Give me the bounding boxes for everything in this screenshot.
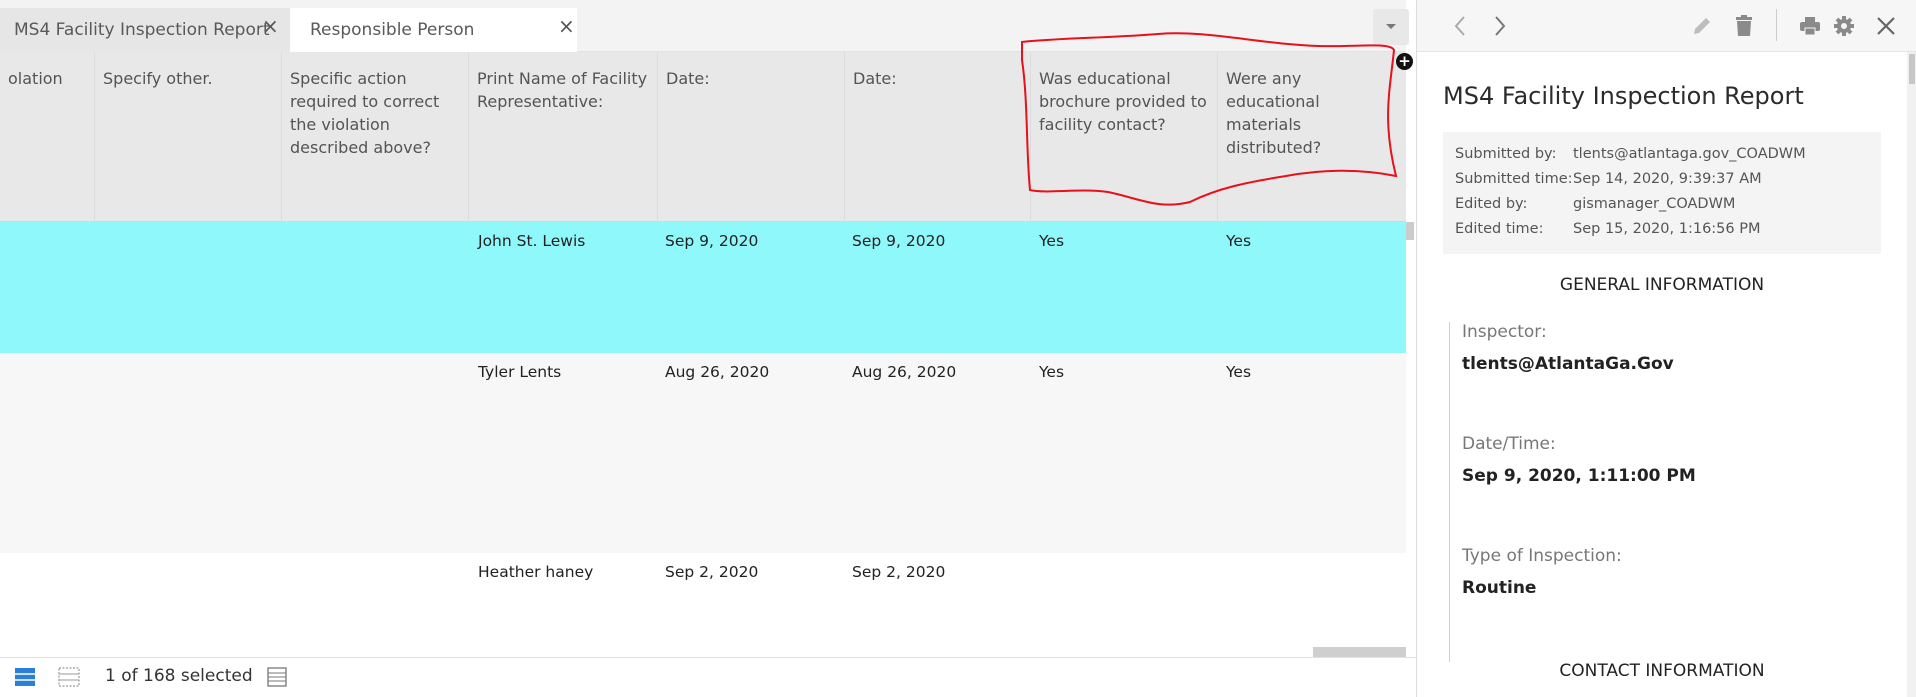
cell-representative: Tyler Lents [478, 363, 562, 381]
detail-scrollbar[interactable] [1907, 52, 1916, 697]
field-date-time: Date/Time: Sep 9, 2020, 1:11:00 PM [1462, 434, 1696, 486]
print-icon[interactable] [1797, 13, 1823, 39]
cell-representative: Heather haney [478, 563, 594, 581]
field-value: Sep 9, 2020, 1:11:00 PM [1462, 466, 1696, 486]
cell-brochure: Yes [1039, 363, 1065, 381]
cell-representative: John St. Lewis [478, 232, 586, 250]
cell-brochure: Yes [1039, 232, 1065, 250]
chevron-left-icon[interactable] [1447, 13, 1473, 39]
field-value: Routine [1462, 578, 1537, 598]
table-row[interactable]: John St. Lewis Sep 9, 2020 Sep 9, 2020 Y… [0, 222, 1406, 353]
cell-materials: Yes [1226, 232, 1252, 250]
cell-date: Sep 9, 2020 [665, 232, 759, 250]
column-header[interactable]: Specify other. [94, 52, 281, 222]
table-row[interactable]: Heather haney Sep 2, 2020 Sep 2, 2020 [0, 553, 1406, 657]
section-heading-contact: CONTACT INFORMATION [1559, 661, 1765, 681]
submission-metadata: Submitted by: tlents@atlantaga.gov_COADWM… [1443, 132, 1881, 254]
section-heading-general: GENERAL INFORMATION [1559, 275, 1765, 295]
cell-date: Sep 2, 2020 [665, 563, 759, 581]
general-information-fields: Inspector: tlents@AtlantaGa.Gov Date/Tim… [1449, 322, 1879, 662]
tab-close-icon[interactable]: × [262, 16, 279, 36]
tab-label: Responsible Person [310, 20, 475, 40]
detail-content: MS4 Facility Inspection Report Submitted… [1417, 52, 1907, 697]
meta-row: Edited time: Sep 15, 2020, 1:16:56 PM [1455, 217, 1869, 242]
tab-responsible-person[interactable]: Responsible Person × [290, 8, 577, 52]
table-options-icon[interactable] [266, 666, 288, 688]
cell-materials: Yes [1226, 363, 1252, 381]
meta-row: Submitted time: Sep 14, 2020, 9:39:37 AM [1455, 167, 1869, 192]
meta-key: Submitted by: [1455, 146, 1557, 162]
column-header[interactable]: Date: [844, 52, 1030, 222]
column-header[interactable]: Print Name of Facility Representative: [468, 52, 657, 222]
tab-menu-button[interactable] [1373, 9, 1409, 45]
meta-value: tlents@atlantaga.gov_COADWM [1573, 146, 1806, 162]
tab-label: MS4 Facility Inspection Report [14, 20, 270, 40]
attribute-table-pane: MS4 Facility Inspection Report × Respons… [0, 0, 1416, 697]
gear-icon[interactable] [1831, 13, 1857, 39]
meta-value: gismanager_COADWM [1573, 196, 1736, 212]
detail-toolbar [1417, 0, 1916, 52]
field-label: Inspector: [1462, 322, 1547, 342]
add-column-icon[interactable]: + [1396, 53, 1413, 70]
column-header[interactable]: Were any educational materials distribut… [1217, 52, 1406, 222]
meta-key: Submitted time: [1455, 171, 1573, 187]
cell-date: Sep 2, 2020 [852, 563, 946, 581]
table-row[interactable]: Tyler Lents Aug 26, 2020 Aug 26, 2020 Ye… [0, 353, 1406, 553]
meta-key: Edited by: [1455, 196, 1528, 212]
field-value: tlents@AtlantaGa.Gov [1462, 354, 1674, 374]
chevron-right-icon[interactable] [1487, 13, 1513, 39]
meta-row: Submitted by: tlents@atlantaga.gov_COADWM [1455, 142, 1869, 167]
close-icon[interactable] [1873, 13, 1899, 39]
field-type-of-inspection: Type of Inspection: Routine [1462, 546, 1622, 598]
cell-date: Aug 26, 2020 [665, 363, 770, 381]
column-header[interactable]: olation [0, 52, 94, 222]
cell-date: Aug 26, 2020 [852, 363, 957, 381]
horizontal-scrollbar[interactable] [1313, 647, 1406, 657]
meta-value: Sep 14, 2020, 9:39:37 AM [1573, 171, 1762, 187]
clear-selection-icon[interactable] [58, 666, 80, 688]
selection-count: 1 of 168 selected [105, 666, 253, 686]
trash-icon[interactable] [1731, 13, 1757, 39]
table-header: olation Specify other. Specific action r… [0, 52, 1406, 222]
meta-row: Edited by: gismanager_COADWM [1455, 192, 1869, 217]
meta-key: Edited time: [1455, 221, 1544, 237]
select-all-icon[interactable] [14, 666, 36, 688]
scrollbar-thumb[interactable] [1909, 54, 1915, 84]
column-header[interactable]: Date: [657, 52, 844, 222]
field-label: Type of Inspection: [1462, 546, 1622, 566]
feature-detail-pane: MS4 Facility Inspection Report Submitted… [1416, 0, 1916, 697]
table-body: John St. Lewis Sep 9, 2020 Sep 9, 2020 Y… [0, 222, 1406, 657]
cell-date: Sep 9, 2020 [852, 232, 946, 250]
tab-ms4-facility-inspection-report[interactable]: MS4 Facility Inspection Report × [0, 8, 290, 52]
toolbar-separator [1776, 9, 1777, 41]
vertical-scrollbar[interactable] [1406, 222, 1414, 240]
report-title: MS4 Facility Inspection Report [1443, 82, 1804, 110]
field-label: Date/Time: [1462, 434, 1556, 454]
dropdown-caret-icon [1386, 24, 1396, 29]
meta-value: Sep 15, 2020, 1:16:56 PM [1573, 221, 1761, 237]
column-header[interactable]: Specific action required to correct the … [281, 52, 468, 222]
table-footer: 1 of 168 selected [0, 657, 1416, 697]
tab-close-icon[interactable]: × [558, 16, 575, 36]
field-inspector: Inspector: tlents@AtlantaGa.Gov [1462, 322, 1674, 374]
column-header[interactable]: Was educational brochure provided to fac… [1030, 52, 1217, 222]
table-tab-bar: MS4 Facility Inspection Report × Respons… [0, 0, 1409, 52]
pencil-icon[interactable] [1689, 13, 1715, 39]
